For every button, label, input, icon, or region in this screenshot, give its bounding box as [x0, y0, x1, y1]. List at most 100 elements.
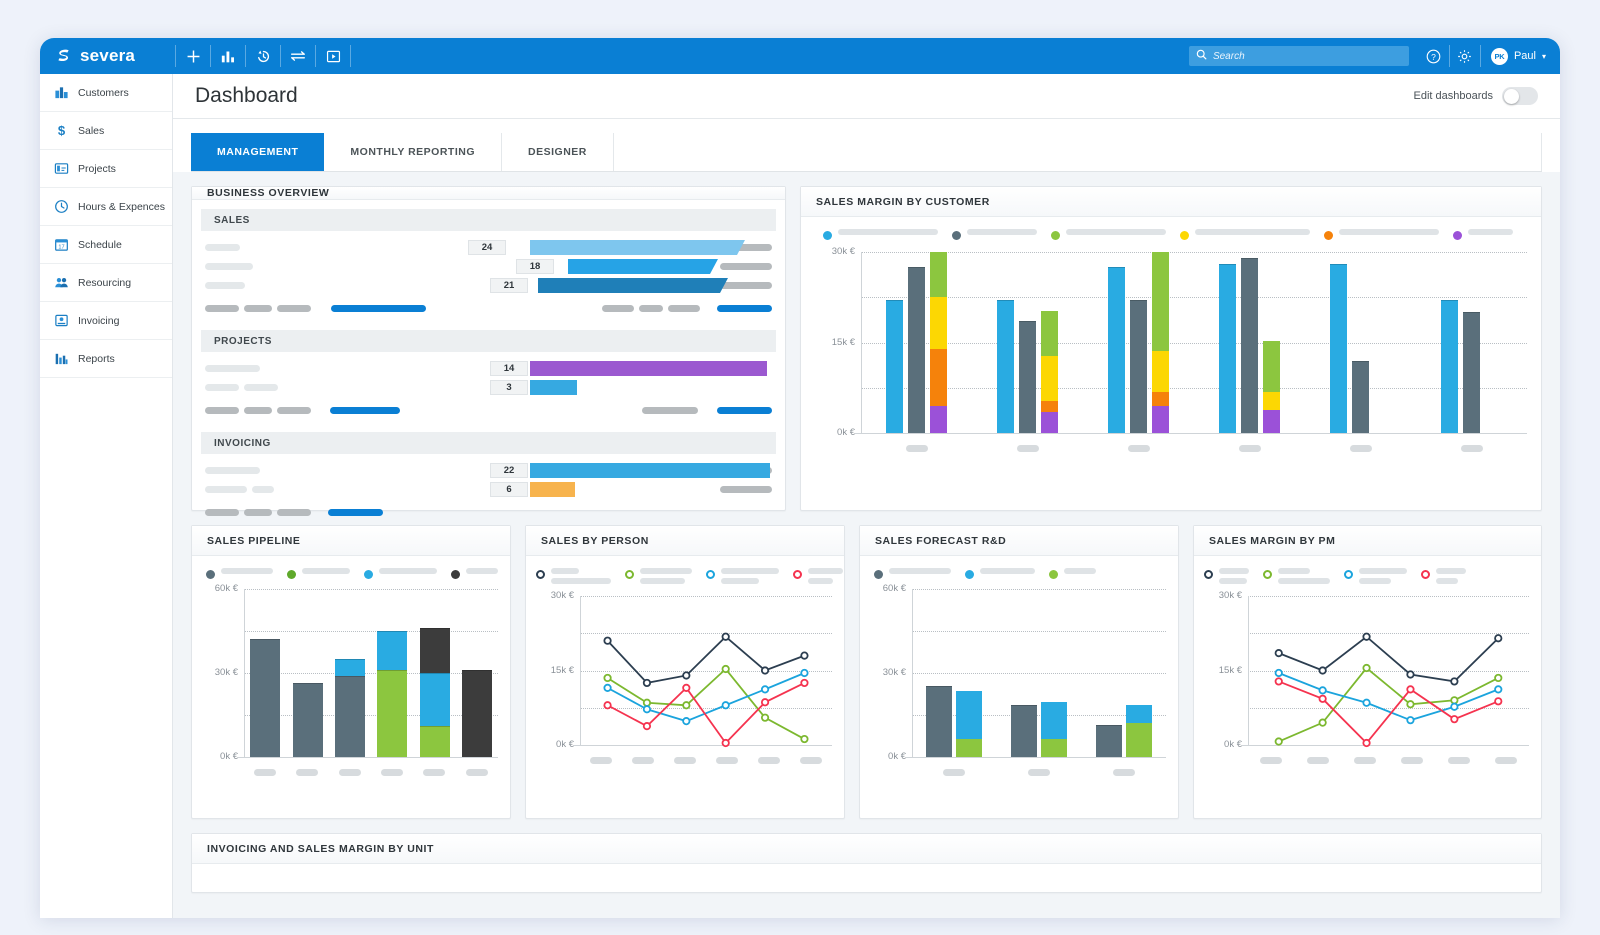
- data-point[interactable]: [1406, 716, 1415, 725]
- data-point[interactable]: [1362, 738, 1371, 748]
- sidebar-item-resourcing[interactable]: Resourcing: [40, 264, 172, 302]
- data-point[interactable]: [642, 698, 652, 707]
- stacked-bar-segment[interactable]: [1263, 410, 1280, 433]
- legend-item[interactable]: [793, 568, 843, 584]
- help-circle-icon[interactable]: ?: [1419, 38, 1449, 74]
- edit-dashboards-control[interactable]: Edit dashboards: [1414, 87, 1538, 105]
- sidebar-item-reports[interactable]: Reports: [40, 340, 172, 378]
- data-point[interactable]: [721, 701, 730, 710]
- legend-item[interactable]: [1204, 568, 1249, 584]
- data-point[interactable]: [682, 671, 691, 680]
- data-point[interactable]: [1318, 666, 1327, 675]
- stacked-bar-segment[interactable]: [1152, 405, 1169, 433]
- bar-segment[interactable]: [419, 726, 450, 757]
- sidebar-item-sales[interactable]: $ Sales: [40, 112, 172, 150]
- data-point[interactable]: [1494, 685, 1503, 694]
- sidebar-item-projects[interactable]: Projects: [40, 150, 172, 188]
- stacked-bar-segment[interactable]: [930, 297, 947, 349]
- data-point[interactable]: [1318, 718, 1327, 727]
- data-point[interactable]: [603, 701, 612, 710]
- data-point[interactable]: [800, 651, 809, 660]
- bar-segment[interactable]: [334, 675, 365, 757]
- bar-segment[interactable]: [419, 628, 450, 673]
- legend-item[interactable]: [536, 568, 611, 584]
- data-point[interactable]: [603, 683, 612, 692]
- legend-item[interactable]: [965, 568, 1035, 579]
- stacked-bar-segment[interactable]: [1152, 391, 1169, 406]
- chart-icon[interactable]: [211, 38, 245, 74]
- search-input[interactable]: [1212, 50, 1402, 62]
- data-point[interactable]: [1406, 700, 1415, 709]
- sidebar-item-schedule[interactable]: 17 Schedule: [40, 226, 172, 264]
- legend-item[interactable]: [1453, 229, 1513, 240]
- data-point[interactable]: [800, 678, 809, 688]
- stacked-bar-segment[interactable]: [1152, 350, 1169, 392]
- legend-item[interactable]: [874, 568, 951, 579]
- data-point[interactable]: [603, 673, 612, 683]
- bar[interactable]: [997, 300, 1014, 433]
- bar[interactable]: [1130, 300, 1147, 433]
- bar[interactable]: [1108, 267, 1125, 433]
- data-point[interactable]: [1274, 677, 1283, 686]
- gear-icon[interactable]: [1450, 38, 1480, 74]
- tab-monthly-reporting[interactable]: MONTHLY REPORTING: [324, 133, 503, 171]
- stacked-bar-segment[interactable]: [1125, 723, 1152, 757]
- bar[interactable]: [1241, 258, 1258, 433]
- data-point[interactable]: [800, 668, 809, 678]
- tab-designer[interactable]: DESIGNER: [502, 133, 614, 171]
- data-point[interactable]: [1318, 694, 1327, 703]
- data-point[interactable]: [1274, 737, 1283, 746]
- bar-segment[interactable]: [461, 670, 492, 757]
- legend-item[interactable]: [206, 568, 273, 579]
- edit-dashboards-toggle[interactable]: [1502, 87, 1538, 105]
- legend-item[interactable]: [451, 568, 498, 579]
- stacked-bar-segment[interactable]: [1041, 411, 1058, 433]
- data-point[interactable]: [1362, 698, 1371, 707]
- data-point[interactable]: [682, 683, 691, 692]
- data-point[interactable]: [1362, 632, 1371, 641]
- play-box-icon[interactable]: [316, 38, 350, 74]
- data-point[interactable]: [1450, 702, 1459, 711]
- data-point[interactable]: [1362, 663, 1371, 673]
- bar[interactable]: [1441, 300, 1458, 433]
- history-icon[interactable]: [246, 38, 280, 74]
- stacked-bar-segment[interactable]: [1041, 310, 1058, 356]
- bar[interactable]: [1330, 264, 1347, 433]
- bar-segment[interactable]: [377, 670, 408, 757]
- stacked-bar-segment[interactable]: [930, 348, 947, 406]
- dashboard-scroll-area[interactable]: BUSINESS OVERVIEW SALES 24 18 21 PROJECT…: [173, 172, 1560, 918]
- bar[interactable]: [1352, 360, 1369, 433]
- legend-item[interactable]: [1324, 229, 1439, 240]
- sidebar-item-invoicing[interactable]: Invoicing: [40, 302, 172, 340]
- bar[interactable]: [1019, 321, 1036, 433]
- legend-item[interactable]: [823, 229, 938, 240]
- data-point[interactable]: [682, 701, 691, 710]
- data-point[interactable]: [1494, 634, 1503, 643]
- swap-icon[interactable]: [281, 38, 315, 74]
- legend-item[interactable]: [1421, 568, 1466, 584]
- data-point[interactable]: [721, 738, 730, 748]
- data-point[interactable]: [1318, 686, 1327, 695]
- bar[interactable]: [1463, 312, 1480, 433]
- data-point[interactable]: [682, 717, 691, 726]
- bar[interactable]: [886, 300, 903, 433]
- stacked-bar-segment[interactable]: [1041, 401, 1058, 412]
- data-point[interactable]: [760, 698, 770, 707]
- stacked-bar-segment[interactable]: [1041, 738, 1067, 757]
- data-point[interactable]: [760, 685, 770, 694]
- bar-segment[interactable]: [292, 682, 323, 757]
- data-point[interactable]: [800, 734, 809, 744]
- stacked-bar-segment[interactable]: [956, 691, 983, 739]
- legend-item[interactable]: [287, 568, 350, 579]
- legend-item[interactable]: [1051, 229, 1166, 240]
- sidebar-item-customers[interactable]: Customers: [40, 74, 172, 112]
- stacked-bar-segment[interactable]: [930, 405, 947, 433]
- legend-item[interactable]: [364, 568, 437, 579]
- stacked-bar-segment[interactable]: [1263, 341, 1280, 392]
- legend-item[interactable]: [1344, 568, 1407, 584]
- data-point[interactable]: [1406, 685, 1415, 694]
- stacked-bar-segment[interactable]: [1041, 702, 1067, 739]
- bar[interactable]: [1219, 264, 1236, 433]
- bar-segment[interactable]: [377, 631, 408, 671]
- legend-item[interactable]: [952, 229, 1037, 240]
